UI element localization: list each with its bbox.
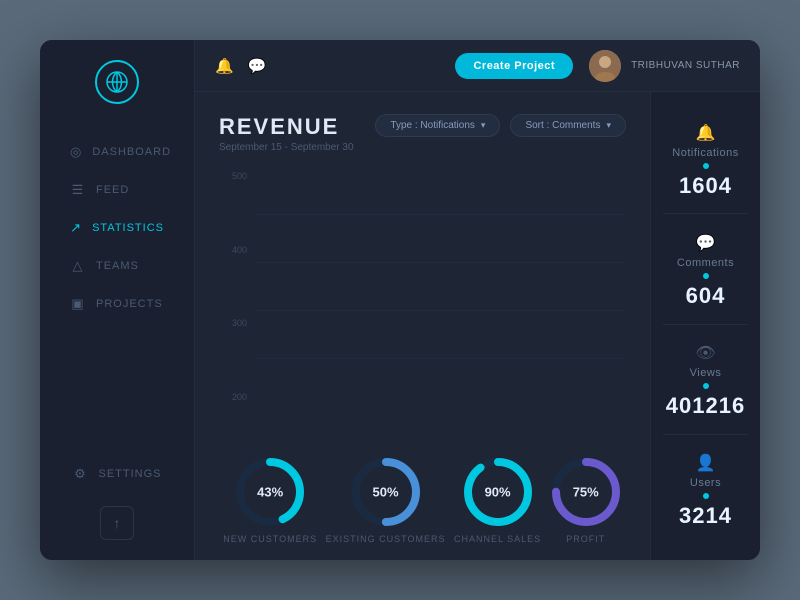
- share-button[interactable]: ↑: [100, 506, 134, 540]
- header: 🔔 💬 Create Project Tribhuvan Suthar: [195, 40, 760, 92]
- sidebar-item-label: Dashboard: [92, 146, 171, 158]
- donut-profit: 75%: [550, 456, 622, 528]
- stat-notifications: 🔔 Notifications 1604: [663, 108, 748, 214]
- donut-new-customers: 43%: [234, 456, 306, 528]
- sidebar-item-feed[interactable]: ☰ Feed: [48, 172, 186, 208]
- stat-users: 👤 Users 3214: [663, 439, 748, 544]
- user-profile[interactable]: Tribhuvan Suthar: [589, 50, 740, 82]
- metric-name-existing-customers: EXISTING CUSTOMERS: [326, 534, 446, 544]
- y-label-400: 400: [219, 245, 247, 255]
- bottom-metrics: 43% NEW CUSTOMERS 50% EXISTING CUSTOMERS…: [219, 456, 626, 544]
- sidebar-item-label: Statistics: [92, 222, 164, 234]
- teams-icon: △: [70, 258, 86, 274]
- donut-channel-sales: 90%: [462, 456, 534, 528]
- chart-section: REVENUE September 15 - September 30 Type…: [195, 92, 650, 560]
- share-icon: ↑: [113, 515, 120, 531]
- donut-label-new-customers: 43%: [257, 485, 283, 500]
- projects-icon: ▣: [70, 296, 86, 312]
- y-label-300: 300: [219, 318, 247, 328]
- chart-filters: Type : Notifications Sort : Comments: [375, 114, 626, 137]
- chart-title-block: REVENUE September 15 - September 30: [219, 114, 375, 153]
- content-area: REVENUE September 15 - September 30 Type…: [195, 92, 760, 560]
- dashboard-icon: ◎: [70, 144, 82, 160]
- stat-value-users: 3214: [679, 503, 732, 529]
- donut-label-existing-customers: 50%: [373, 485, 399, 500]
- filter1-label: Type : Notifications: [390, 120, 474, 131]
- username-label: Tribhuvan Suthar: [631, 60, 740, 71]
- y-label-500: 500: [219, 171, 247, 181]
- chart-wrapper: 200 300 400 500: [219, 167, 626, 446]
- metric-channel-sales: 90% CHANNEL SALES: [454, 456, 541, 544]
- sidebar-item-teams[interactable]: △ Teams: [48, 248, 186, 284]
- sidebar-item-statistics[interactable]: ↗ Statistics: [48, 210, 186, 246]
- stat-label-comments: Comments: [677, 257, 734, 269]
- sidebar-bottom: ⚙ Settings ↑: [50, 458, 183, 540]
- stat-icon-comments: 💬: [696, 233, 716, 253]
- donut-existing-customers: 50%: [350, 456, 422, 528]
- type-filter[interactable]: Type : Notifications: [375, 114, 500, 137]
- y-axis-labels: 200 300 400 500: [219, 167, 247, 406]
- stat-value-views: 401216: [666, 393, 745, 419]
- stat-icon-views: 👁: [695, 343, 715, 363]
- logo[interactable]: [95, 60, 139, 104]
- stat-label-notifications: Notifications: [672, 147, 738, 159]
- y-label-200: 200: [219, 392, 247, 402]
- chart-subtitle: September 15 - September 30: [219, 142, 375, 153]
- stat-dot-notifications: [703, 163, 709, 169]
- stat-label-views: Views: [690, 367, 722, 379]
- sidebar-item-label: Projects: [96, 298, 163, 310]
- stat-icon-notifications: 🔔: [696, 123, 716, 143]
- stat-dot-comments: [703, 273, 709, 279]
- stat-icon-users: 👤: [696, 453, 716, 473]
- chat-icon[interactable]: 💬: [248, 57, 267, 75]
- sort-filter[interactable]: Sort : Comments: [510, 114, 626, 137]
- stat-label-users: Users: [690, 477, 721, 489]
- sidebar-item-projects[interactable]: ▣ Projects: [48, 286, 186, 322]
- stat-value-notifications: 1604: [679, 173, 732, 199]
- settings-icon: ⚙: [72, 466, 88, 482]
- main-content: 🔔 💬 Create Project Tribhuvan Suthar: [195, 40, 760, 560]
- notification-bell-icon[interactable]: 🔔: [215, 57, 234, 75]
- metric-profit: 75% PROFIT: [550, 456, 622, 544]
- donut-label-channel-sales: 90%: [485, 485, 511, 500]
- avatar: [589, 50, 621, 82]
- chart-header: REVENUE September 15 - September 30 Type…: [219, 114, 626, 153]
- stats-panel: 🔔 Notifications 1604 💬 Comments 604 👁 Vi…: [650, 92, 760, 560]
- metric-name-channel-sales: CHANNEL SALES: [454, 534, 541, 544]
- create-project-button[interactable]: Create Project: [455, 53, 573, 79]
- dashboard: ◎ Dashboard ☰ Feed ↗ Statistics △ Teams …: [40, 40, 760, 560]
- stat-dot-users: [703, 493, 709, 499]
- header-icons: 🔔 💬: [215, 57, 266, 75]
- settings-label: Settings: [98, 468, 161, 480]
- metric-name-new-customers: NEW CUSTOMERS: [223, 534, 317, 544]
- donut-label-profit: 75%: [573, 485, 599, 500]
- sidebar-item-dashboard[interactable]: ◎ Dashboard: [48, 134, 186, 170]
- metric-existing-customers: 50% EXISTING CUSTOMERS: [326, 456, 446, 544]
- sidebar: ◎ Dashboard ☰ Feed ↗ Statistics △ Teams …: [40, 40, 195, 560]
- chart-area: [255, 167, 626, 406]
- filter2-label: Sort : Comments: [525, 120, 600, 131]
- metric-name-profit: PROFIT: [566, 534, 605, 544]
- nav-list: ◎ Dashboard ☰ Feed ↗ Statistics △ Teams …: [40, 134, 194, 458]
- sidebar-item-settings[interactable]: ⚙ Settings: [50, 458, 183, 490]
- sidebar-item-label: Teams: [96, 260, 139, 272]
- chart-title: REVENUE: [219, 114, 375, 140]
- stat-dot-views: [703, 383, 709, 389]
- sidebar-item-label: Feed: [96, 184, 129, 196]
- statistics-icon: ↗: [70, 220, 82, 236]
- metric-new-customers: 43% NEW CUSTOMERS: [223, 456, 317, 544]
- stat-views: 👁 Views 401216: [663, 329, 748, 435]
- feed-icon: ☰: [70, 182, 86, 198]
- chart-svg: [255, 167, 626, 406]
- stat-comments: 💬 Comments 604: [663, 218, 748, 324]
- stat-value-comments: 604: [686, 283, 726, 309]
